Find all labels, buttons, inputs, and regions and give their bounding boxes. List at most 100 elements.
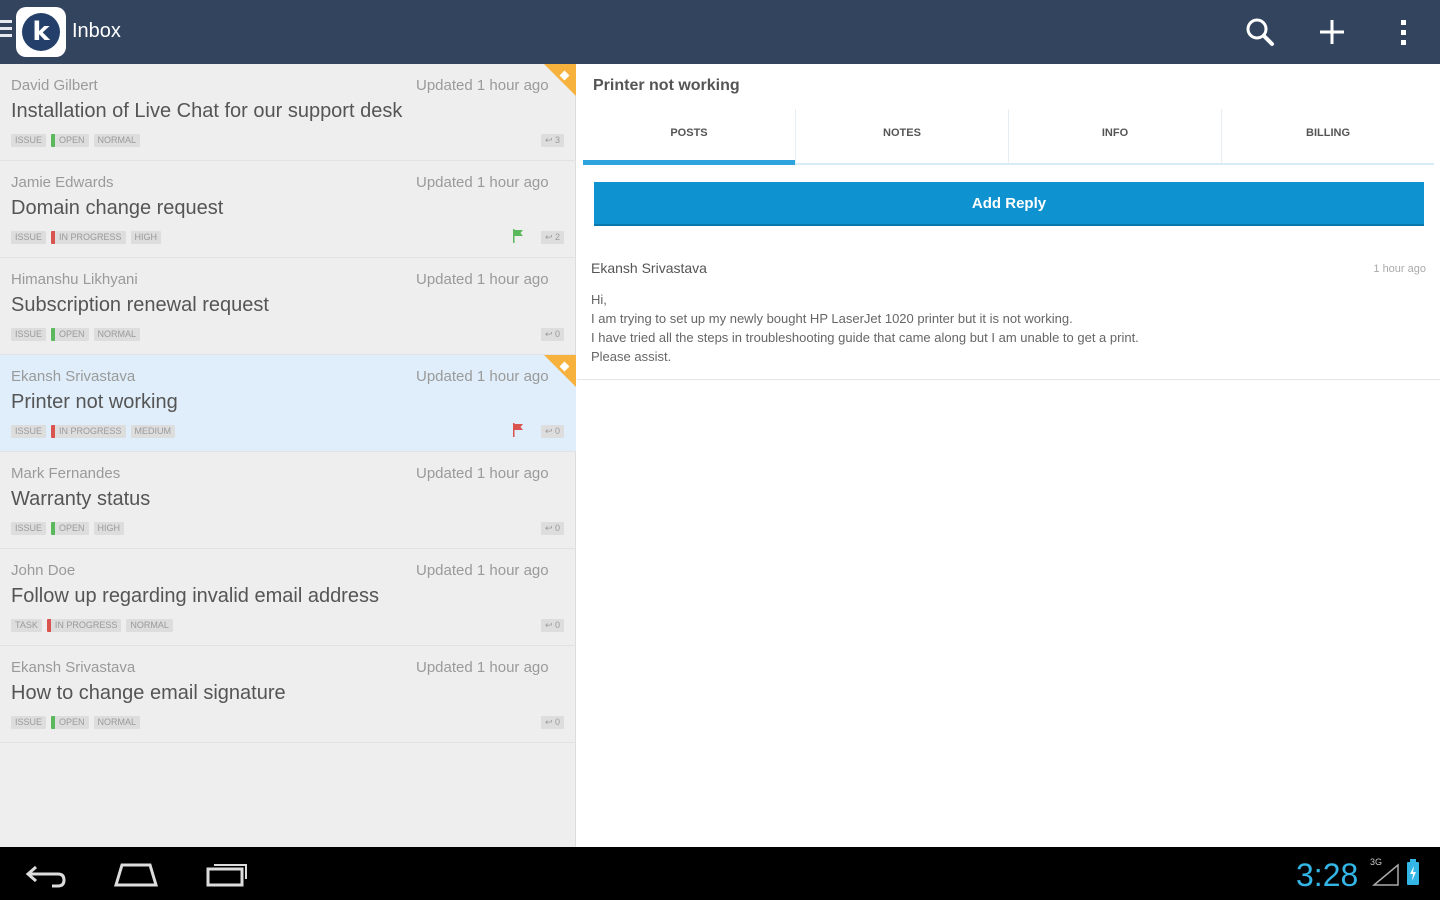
ticket-priority-tag: MEDIUM (130, 425, 176, 438)
system-clock: 3:28 (1296, 857, 1359, 893)
ticket-updated-time: Updated 1 hour ago (416, 368, 549, 385)
search-icon[interactable] (1240, 12, 1280, 52)
back-icon[interactable] (22, 857, 70, 891)
post-timestamp: 1 hour ago (1373, 263, 1426, 275)
ticket-subject: Domain change request (11, 197, 224, 219)
ticket-status-tag: OPEN (51, 716, 89, 729)
ticket-tags: ISSUE OPEN NORMAL (11, 327, 145, 342)
ticket-row[interactable]: Ekansh Srivastava Updated 1 hour ago Print… (0, 355, 576, 452)
ticket-row[interactable]: Mark Fernandes Updated 1 hour ago Warranty… (0, 452, 576, 549)
reply-count: 0 (554, 329, 560, 339)
add-reply-button[interactable]: Add Reply (594, 182, 1424, 226)
ticket-type-tag: ISSUE (11, 231, 47, 244)
reply-count: 0 (554, 426, 560, 436)
ticket-tags: TASK IN PROGRESS NORMAL (11, 618, 178, 633)
app-title: Inbox (72, 20, 121, 42)
reply-count-badge: ↩ 0 (540, 716, 564, 729)
ticket-priority-tag: NORMAL (93, 716, 141, 729)
ticket-row[interactable]: David Gilbert Updated 1 hour ago Installat… (0, 64, 576, 161)
drawer-menu-icon[interactable] (0, 20, 12, 42)
ticket-subject: Warranty status (11, 488, 151, 510)
reply-count-badge: ↩ 0 (540, 522, 564, 535)
tab-posts[interactable]: POSTS (583, 109, 796, 165)
ticket-status-tag: IN PROGRESS (46, 619, 122, 632)
app-logo-letter: k (22, 13, 60, 51)
status-icons: 3G (1370, 857, 1426, 889)
app-logo[interactable]: k (16, 7, 66, 57)
post-author: Ekansh Srivastava (591, 260, 707, 276)
post-item: Ekansh Srivastava 1 hour ago Hi, I am tr… (577, 250, 1440, 380)
ticket-subject: Follow up regarding invalid email addres… (11, 585, 379, 607)
ticket-subject: Subscription renewal request (11, 294, 269, 316)
ticket-updated-time: Updated 1 hour ago (416, 77, 549, 94)
recent-apps-icon[interactable] (202, 857, 250, 891)
ticket-tags: ISSUE OPEN HIGH (11, 521, 129, 536)
ticket-row[interactable]: John Doe Updated 1 hour ago Follow up rega… (0, 549, 576, 646)
ticket-priority-tag: HIGH (130, 231, 162, 244)
ticket-row[interactable]: Ekansh Srivastava Updated 1 hour ago How t… (0, 646, 576, 743)
home-icon[interactable] (112, 857, 160, 891)
post-line: Hi, (591, 292, 607, 307)
ticket-type-tag: ISSUE (11, 522, 47, 535)
reply-count: 0 (554, 620, 560, 630)
ticket-requester: John Doe (11, 562, 76, 579)
ticket-subject: Printer not working (11, 391, 178, 413)
overflow-menu-icon[interactable] (1384, 12, 1424, 52)
system-navigation-bar: 3:28 3G (0, 847, 1440, 900)
ticket-tags: ISSUE IN PROGRESS MEDIUM (11, 424, 180, 439)
ticket-type-tag: ISSUE (11, 716, 47, 729)
reply-count: 0 (554, 717, 560, 727)
action-bar: k Inbox (0, 0, 1440, 64)
ticket-updated-time: Updated 1 hour ago (416, 659, 549, 676)
ticket-tags: ISSUE OPEN NORMAL (11, 133, 145, 148)
ticket-status-tag: OPEN (51, 328, 89, 341)
network-type-label: 3G (1370, 857, 1383, 867)
ticket-priority-tag: NORMAL (93, 134, 141, 147)
ticket-status-tag: OPEN (51, 134, 89, 147)
ticket-requester: Jamie Edwards (11, 174, 114, 191)
ticket-requester: Ekansh Srivastava (11, 659, 136, 676)
ticket-type-tag: ISSUE (11, 328, 47, 341)
ticket-type-tag: ISSUE (11, 425, 47, 438)
ticket-requester: Ekansh Srivastava (11, 368, 136, 385)
tab-info[interactable]: INFO (1009, 109, 1222, 163)
ticket-tags: ISSUE IN PROGRESS HIGH (11, 230, 166, 245)
ticket-updated-time: Updated 1 hour ago (416, 271, 549, 288)
add-icon[interactable] (1312, 12, 1352, 52)
ticket-subject: Installation of Live Chat for our suppor… (11, 100, 403, 122)
ticket-requester: Mark Fernandes (11, 465, 121, 482)
tab-billing[interactable]: BILLING (1222, 109, 1434, 163)
reply-count-badge: ↩ 3 (540, 134, 564, 147)
reply-count: 2 (554, 232, 560, 242)
post-line: Please assist. (591, 349, 672, 364)
detail-tabs: POSTS NOTES INFO BILLING (583, 109, 1434, 165)
ticket-type-tag: ISSUE (11, 134, 47, 147)
reply-count: 3 (554, 135, 560, 145)
post-line: I am trying to set up my newly bought HP… (591, 311, 1073, 326)
flag-icon[interactable] (512, 423, 524, 437)
ticket-priority-tag: NORMAL (93, 328, 141, 341)
reply-count-badge: ↩ 0 (540, 425, 564, 438)
ticket-status-tag: OPEN (51, 522, 89, 535)
ticket-title: Printer not working (593, 77, 740, 94)
ticket-updated-time: Updated 1 hour ago (416, 465, 549, 482)
ticket-tags: ISSUE OPEN NORMAL (11, 715, 145, 730)
ticket-updated-time: Updated 1 hour ago (416, 174, 549, 191)
flag-icon[interactable] (512, 229, 524, 243)
ticket-priority-tag: NORMAL (126, 619, 173, 632)
reply-count: 0 (554, 523, 560, 533)
ticket-list: David Gilbert Updated 1 hour ago Installat… (0, 64, 576, 847)
reply-count-badge: ↩ 0 (540, 328, 564, 341)
ticket-subject: How to change email signature (11, 682, 286, 704)
ticket-detail-pane: Printer not working POSTS NOTES INFO BIL… (577, 64, 1440, 847)
post-body: Hi, I am trying to set up my newly bough… (591, 290, 1421, 366)
updated-corner-marker (544, 64, 576, 96)
ticket-row[interactable]: Himanshu Likhyani Updated 1 hour ago Subsc… (0, 258, 576, 355)
reply-count-badge: ↩ 2 (540, 231, 564, 244)
ticket-priority-tag: HIGH (93, 522, 125, 535)
reply-count-badge: ↩ 0 (540, 619, 564, 632)
ticket-row[interactable]: Jamie Edwards Updated 1 hour ago Domain ch… (0, 161, 576, 258)
ticket-status-tag: IN PROGRESS (51, 425, 126, 438)
updated-corner-marker (544, 355, 576, 387)
tab-notes[interactable]: NOTES (796, 109, 1009, 163)
